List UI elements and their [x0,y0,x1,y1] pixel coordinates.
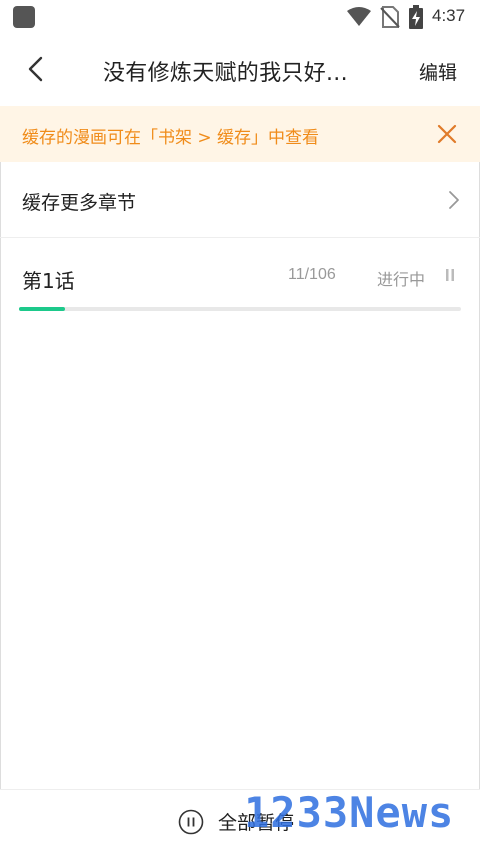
wifi-icon [347,7,371,26]
top-navigation-bar: 没有修炼天赋的我只好... 编辑 [0,34,480,106]
status-time: 4:37 [432,6,466,25]
download-progress-fill [19,307,65,311]
pause-circle-icon [178,809,204,834]
battery-charging-icon [409,5,423,29]
download-item[interactable]: 第1话 11/106 进行中 [0,238,480,318]
close-icon[interactable] [436,123,458,145]
banner-text: 缓存的漫画可在「书架 > 缓存」中查看 [22,128,320,148]
download-status: 进行中 [377,270,426,289]
download-progress-bar [19,307,461,311]
cache-more-chapters-row[interactable]: 缓存更多章节 [0,162,480,238]
watermark: 1233News [244,788,455,837]
cache-more-chapters-label: 缓存更多章节 [22,192,137,214]
chevron-right-icon [449,191,459,209]
edit-button[interactable]: 编辑 [419,58,457,85]
page-title: 没有修炼天赋的我只好... [103,61,348,86]
pause-icon[interactable] [444,268,456,282]
cache-location-banner: 缓存的漫画可在「书架 > 缓存」中查看 [0,106,480,162]
chapter-title: 第1话 [22,269,75,293]
download-progress-count: 11/106 [288,266,336,283]
no-sim-icon [380,6,400,28]
app-notification-icon [13,6,35,28]
status-bar: 4:37 [0,0,480,34]
back-arrow-icon[interactable] [22,54,52,84]
